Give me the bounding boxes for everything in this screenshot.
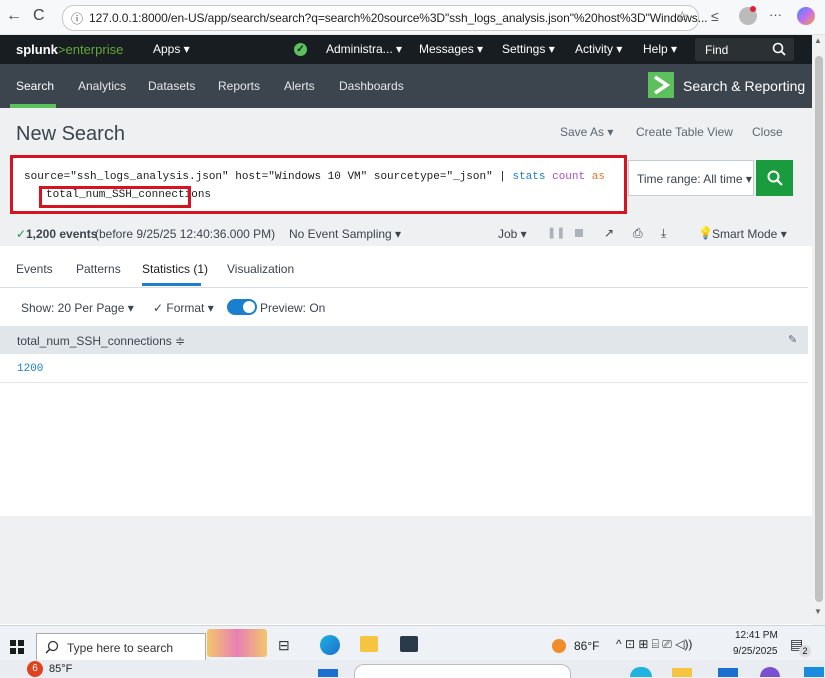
app-tab-search[interactable]: Search [16, 79, 54, 93]
clock-date[interactable]: 9/25/2025 [733, 646, 778, 657]
taskbar-search-placeholder: Type here to search [67, 641, 174, 655]
browser-toolbar: ← C ⓘ 127.0.0.1:8000/en-US/app/search/se… [0, 0, 825, 35]
edit-pencil-icon[interactable]: ✎ [788, 333, 797, 346]
app-tab-datasets[interactable]: Datasets [148, 79, 195, 93]
app-icon-secondary-2[interactable] [804, 667, 824, 677]
preview-label: Preview: On [260, 301, 326, 315]
create-table-view-button[interactable]: Create Table View [636, 125, 733, 139]
share-icon[interactable]: ↗ [604, 226, 614, 240]
close-button[interactable]: Close [752, 125, 783, 139]
scroll-up-icon[interactable]: ▲ [814, 36, 822, 45]
back-icon[interactable]: ← [6, 7, 22, 25]
taskbar-search-secondary[interactable] [354, 664, 571, 678]
toggle-knob [243, 301, 255, 313]
stop-icon[interactable] [575, 229, 583, 237]
save-as-button[interactable]: Save As ▾ [560, 125, 613, 139]
format-dropdown[interactable]: ✓ Format ▾ [153, 301, 214, 315]
clock-time[interactable]: 12:41 PM [735, 630, 778, 641]
windows-start-icon-secondary[interactable] [318, 669, 338, 677]
address-bar[interactable]: ⓘ 127.0.0.1:8000/en-US/app/search/search… [62, 5, 708, 31]
job-menu[interactable]: Job ▾ [498, 227, 527, 241]
logo-text: splunk [16, 42, 58, 57]
app-tab-dashboards[interactable]: Dashboards [339, 79, 404, 93]
notification-count: 2 [799, 645, 811, 657]
search-icon [45, 640, 59, 654]
page-title: New Search [16, 123, 125, 145]
url-text[interactable]: 127.0.0.1:8000/en-US/app/search/search?q… [89, 11, 708, 25]
active-tab-underline [142, 283, 201, 286]
app-tab-analytics[interactable]: Analytics [78, 79, 126, 93]
more-menu-icon[interactable]: ··· [769, 7, 782, 22]
app-title[interactable]: Search & Reporting [683, 78, 805, 94]
copilot-icon[interactable] [797, 7, 815, 25]
reload-icon[interactable]: C [33, 7, 45, 25]
event-sampling-dropdown[interactable]: No Event Sampling ▾ [289, 227, 401, 241]
find-input[interactable]: Find [695, 38, 794, 61]
export-icon[interactable]: ⤓ [661, 226, 666, 241]
check-icon: ✓ [16, 227, 27, 241]
table-header: total_num_SSH_connections ≑ ✎ [0, 326, 808, 354]
help-menu[interactable]: Help ▾ [643, 42, 677, 56]
table-row: 1200 [0, 354, 808, 383]
tab-events[interactable]: Events [16, 262, 53, 276]
search-highlight-icon[interactable] [207, 629, 267, 657]
search-icon[interactable] [772, 42, 786, 56]
find-label: Find [705, 43, 729, 57]
time-range-picker[interactable]: Time range: All time ▾ [628, 160, 754, 196]
event-count: 1,200 events [26, 227, 98, 241]
tab-patterns[interactable]: Patterns [76, 262, 121, 276]
search-button[interactable] [756, 160, 793, 196]
taskbar-temperature[interactable]: 86°F [574, 639, 599, 653]
windows-start-icon[interactable] [10, 640, 24, 654]
scroll-down-icon[interactable]: ▼ [814, 607, 822, 616]
splunk-logo[interactable]: splunk>enterprise [16, 42, 123, 57]
splunk-top-bar: splunk>enterprise Apps ▾ ✓ Administra...… [0, 35, 812, 64]
tab-statistics[interactable]: Statistics (1) [142, 262, 208, 276]
print-icon[interactable]: ⎙ [633, 226, 643, 241]
health-ok-icon[interactable]: ✓ [294, 43, 307, 56]
lightbulb-icon: 💡 [698, 226, 713, 240]
taskbar-search[interactable]: Type here to search [36, 633, 206, 661]
weather-alert-badge[interactable]: 6 [27, 661, 43, 677]
app-tab-alerts[interactable]: Alerts [284, 79, 315, 93]
mail-icon[interactable] [400, 636, 418, 652]
event-time-range: (before 9/25/25 12:40:36.000 PM) [95, 227, 276, 241]
profile-badge-dot [750, 6, 756, 12]
weather-sun-icon[interactable] [552, 639, 566, 653]
file-explorer-icon[interactable] [360, 636, 378, 652]
time-range-label: Time range: All time ▾ [637, 172, 752, 186]
app-logo-icon [648, 72, 674, 98]
edge-browser-icon[interactable] [320, 635, 340, 655]
per-page-dropdown[interactable]: Show: 20 Per Page ▾ [21, 301, 134, 315]
messages-menu[interactable]: Messages ▾ [419, 42, 483, 56]
search-icon [767, 170, 783, 186]
folder-icon-secondary[interactable] [672, 668, 692, 677]
apps-menu[interactable]: Apps ▾ [153, 42, 190, 56]
favorites-icon[interactable]: ≤ [711, 8, 719, 24]
activity-menu[interactable]: Activity ▾ [575, 42, 622, 56]
logo-subtext: >enterprise [57, 42, 124, 57]
task-view-icon[interactable]: ⊟ [278, 637, 290, 654]
app-tab-reports[interactable]: Reports [218, 79, 260, 93]
system-tray-icons[interactable]: ^ ⊡ ⊞ ⌸ ⎚ ◁)) [616, 637, 692, 652]
table-cell-value[interactable]: 1200 [17, 363, 43, 375]
tab-visualization[interactable]: Visualization [227, 262, 294, 276]
column-header-total-num-ssh[interactable]: total_num_SSH_connections ≑ [17, 334, 185, 348]
pause-icon[interactable]: ❚❚ [547, 226, 565, 239]
settings-menu[interactable]: Settings ▾ [502, 42, 555, 56]
weather-temp-secondary[interactable]: 85°F [49, 663, 72, 675]
tab-divider [0, 287, 808, 288]
site-info-icon[interactable]: ⓘ [71, 10, 83, 27]
store-icon-secondary[interactable] [718, 668, 738, 677]
search-mode-dropdown[interactable]: Smart Mode ▾ [712, 227, 787, 241]
app-bar: Search Analytics Datasets Reports Alerts… [0, 64, 812, 108]
annotation-highlight-field [39, 186, 191, 208]
scrollbar-thumb[interactable] [815, 56, 823, 602]
bookmark-star-icon[interactable]: ☆ [676, 8, 689, 25]
admin-menu[interactable]: Administra... ▾ [326, 42, 402, 56]
